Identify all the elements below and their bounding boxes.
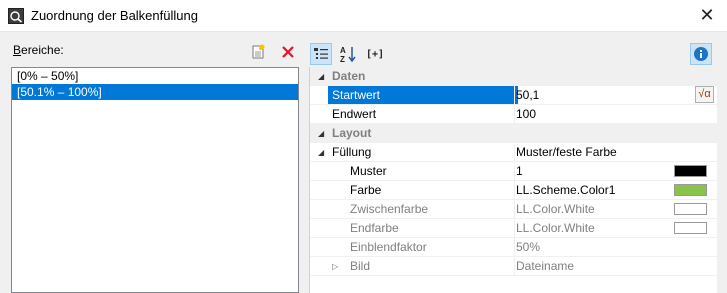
property-row-zwischenfarbe[interactable]: Zwischenfarbe LL.Color.White [310, 200, 717, 219]
property-label: Muster [350, 164, 387, 178]
delete-x-icon [282, 46, 294, 58]
close-icon[interactable]: ✕ [696, 4, 718, 26]
color-swatch[interactable] [674, 184, 707, 196]
category-label: Daten [332, 69, 366, 83]
property-row-farbe[interactable]: Farbe LL.Scheme.Color1 [310, 181, 717, 200]
collapse-arrow-icon[interactable]: ◢ [318, 148, 324, 157]
info-button[interactable] [690, 43, 712, 65]
sort-az-icon: A Z [340, 46, 356, 63]
property-label: Füllung [332, 145, 372, 159]
list-item[interactable]: [0% – 50%] [12, 68, 298, 84]
property-label: Startwert [328, 86, 518, 104]
property-row-endwert[interactable]: Endwert 100 [310, 105, 717, 124]
ranges-label: Bereiche: [13, 43, 64, 57]
category-label: Layout [332, 126, 372, 140]
property-label: Bild [350, 259, 371, 273]
property-row-endfarbe[interactable]: Endfarbe LL.Color.White [310, 219, 717, 238]
expand-all-icon: [+] [365, 48, 385, 60]
ranges-label-accesskey: B [13, 43, 22, 57]
color-swatch[interactable] [674, 203, 707, 215]
svg-text:A: A [340, 46, 346, 55]
color-swatch[interactable] [674, 165, 707, 177]
color-swatch[interactable] [674, 222, 707, 234]
new-range-button[interactable] [247, 41, 269, 63]
property-row-startwert[interactable]: Startwert 50,1 √α [310, 86, 717, 105]
delete-range-button[interactable] [277, 41, 299, 63]
ranges-label-text: ereiche: [21, 43, 64, 57]
category-daten[interactable]: ◢ Daten [310, 67, 717, 86]
property-value[interactable]: 100 [514, 105, 717, 123]
info-icon [694, 47, 708, 61]
title-bar: Zuordnung der Balkenfüllung ✕ [0, 0, 727, 32]
collapse-arrow-icon[interactable]: ◢ [318, 72, 324, 81]
window-title: Zuordnung der Balkenfüllung [31, 8, 198, 23]
property-row-muster[interactable]: Muster 1 [310, 162, 717, 181]
app-icon [8, 8, 24, 24]
list-item-selected[interactable]: [50.1% – 100%] [12, 84, 298, 100]
expand-all-button[interactable]: [+] [363, 43, 387, 65]
new-document-icon [252, 44, 265, 59]
property-row-bild[interactable]: ▷ Bild Dateiname [310, 257, 717, 276]
category-layout[interactable]: ◢ Layout [310, 124, 717, 143]
property-label: Farbe [350, 183, 382, 197]
sort-az-button[interactable]: A Z [337, 43, 359, 65]
property-value[interactable]: 50% [514, 238, 717, 256]
categorized-view-icon [314, 48, 328, 59]
ranges-list[interactable]: [0% – 50%] [50.1% – 100%] [11, 67, 299, 293]
property-label: Einblendfaktor [350, 240, 427, 254]
svg-text:Z: Z [340, 55, 345, 63]
property-label: Endfarbe [350, 221, 399, 235]
property-value[interactable]: Dateiname [514, 257, 717, 275]
collapse-arrow-icon[interactable]: ◢ [318, 129, 324, 138]
property-row-fuellung[interactable]: ◢ Füllung Muster/feste Farbe [310, 143, 717, 162]
categorized-view-button[interactable] [310, 43, 332, 65]
property-row-einblendfaktor[interactable]: Einblendfaktor 50% [310, 238, 717, 257]
formula-icon[interactable]: √α [695, 86, 714, 103]
property-value[interactable]: 50,1 [514, 86, 717, 104]
property-grid[interactable]: ◢ Daten Startwert 50,1 √α Endwert 100 ◢ … [309, 67, 717, 293]
property-value[interactable]: Muster/feste Farbe [514, 143, 717, 161]
property-label: Endwert [332, 107, 377, 121]
property-label: Zwischenfarbe [350, 202, 429, 216]
